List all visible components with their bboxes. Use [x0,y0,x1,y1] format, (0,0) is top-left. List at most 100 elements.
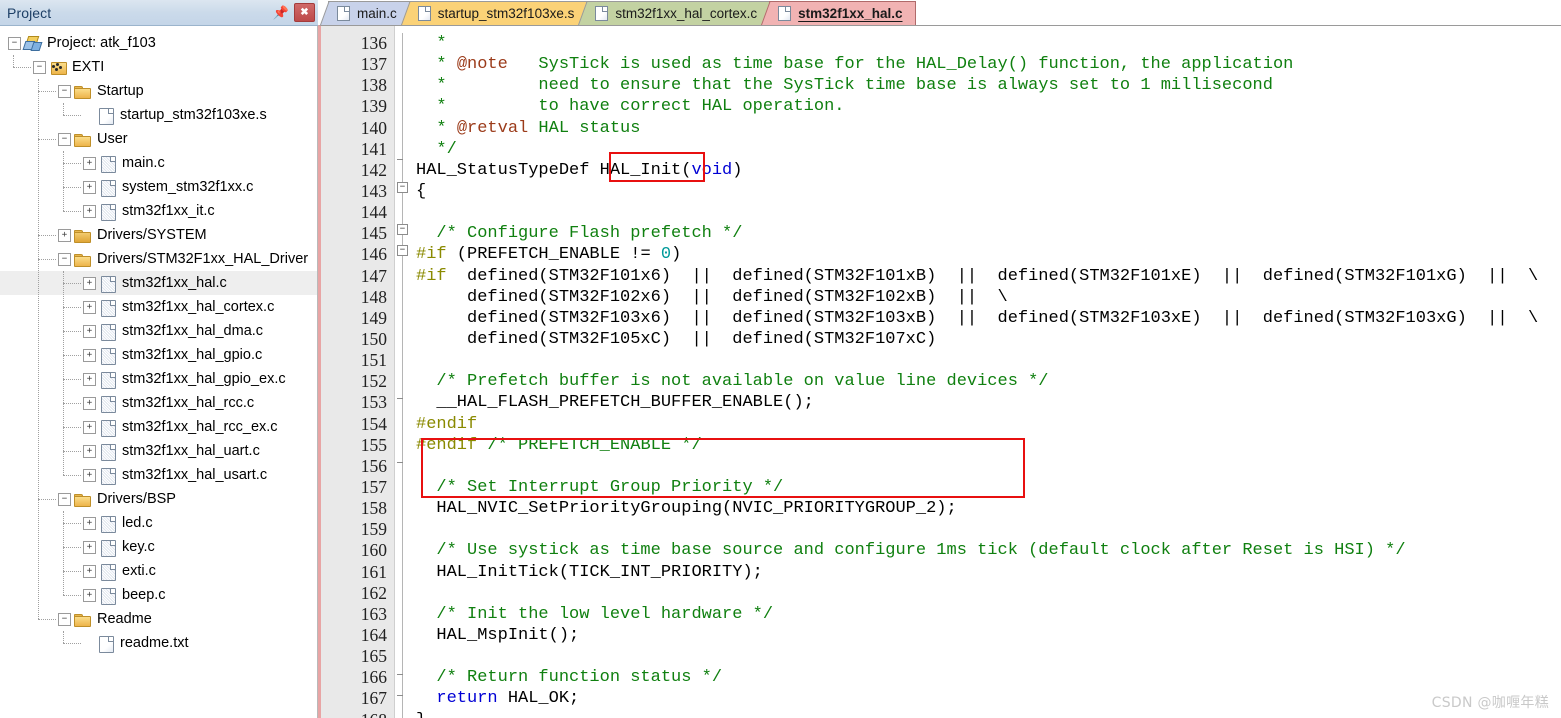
expand-icon[interactable]: + [83,420,96,434]
code-view[interactable]: 136 137 138 139 140 141 142 143 144 145 146 147 148 1… [318,25,1561,718]
close-icon[interactable]: ✖ [294,3,315,22]
folder-open-icon [74,491,91,508]
tree-item-label: readme.txt [120,634,189,651]
code-line: HAL_InitTick(TICK_INT_PRIORITY); [416,562,763,582]
tree-item[interactable]: + main.c [0,151,317,175]
collapse-icon[interactable]: − [8,36,21,50]
tree-item[interactable]: + stm32f1xx_hal_dma.c [0,319,317,343]
collapse-icon[interactable]: − [33,60,46,74]
source-code[interactable]: * * @note SysTick is used as time base f… [410,26,1561,718]
expand-icon[interactable]: + [83,516,96,530]
tree-item[interactable]: readme.txt [0,631,317,655]
file-icon [99,275,116,293]
tree-item[interactable]: + stm32f1xx_hal_usart.c [0,463,317,487]
tree-guide-connector [63,355,81,356]
code-line: defined(STM32F105xC) || defined(STM32F10… [416,329,937,349]
fold-marker-145[interactable]: − [397,224,408,235]
expand-icon[interactable]: + [83,276,96,290]
tree-guide-connector [63,643,81,644]
fold-tick-167 [397,674,403,675]
tab-label: startup_stm32f103xe.s [437,6,575,21]
project-tree: − Project: atk_f103− EXTI − Startup startup_s… [0,26,317,655]
expand-icon[interactable]: + [83,396,96,410]
expand-icon[interactable]: + [83,540,96,554]
line-number: 147 [360,265,387,286]
file-icon [778,6,792,21]
tree-guide-line [38,79,39,619]
fold-marker-143[interactable]: − [397,182,408,193]
tree-item[interactable]: + stm32f1xx_hal_rcc.c [0,391,317,415]
tree-item[interactable]: + stm32f1xx_hal_cortex.c [0,295,317,319]
file-icon [99,203,116,221]
tree-item[interactable]: + key.c [0,535,317,559]
expand-icon[interactable]: + [83,444,96,458]
line-number: 149 [360,307,387,328]
tree-item[interactable]: + led.c [0,511,317,535]
code-line: #endif [416,414,478,434]
tree-item[interactable]: + stm32f1xx_hal_gpio.c [0,343,317,367]
file-icon [99,443,116,461]
expand-icon[interactable]: + [83,588,96,602]
tree-guide-connector [63,523,81,524]
editor-tab[interactable]: main.c [320,1,410,25]
group-folder-icon [49,59,67,76]
line-number: 141 [360,138,387,159]
line-number: 140 [360,117,387,138]
editor-tab[interactable]: stm32f1xx_hal.c [761,1,916,25]
expand-icon[interactable]: + [83,564,96,578]
tree-item-label: stm32f1xx_it.c [122,202,215,219]
line-number: 136 [360,33,387,53]
tree-item[interactable]: − Project: atk_f103 [0,31,317,55]
collapse-icon[interactable]: − [58,492,71,506]
tree-item[interactable]: + beep.c [0,583,317,607]
code-line: * [416,34,447,53]
collapse-icon[interactable]: − [58,612,71,626]
tree-item[interactable]: + exti.c [0,559,317,583]
tree-item[interactable]: + system_stm32f1xx.c [0,175,317,199]
collapse-icon[interactable]: − [58,84,71,98]
editor-tab[interactable]: startup_stm32f103xe.s [400,1,588,25]
expand-icon[interactable]: + [83,156,96,170]
line-number: 156 [360,455,387,476]
code-line: { [416,181,427,201]
expand-icon[interactable]: + [83,300,96,314]
expand-icon[interactable]: + [83,180,96,194]
fold-guide-line [402,33,403,718]
tree-item-label: stm32f1xx_hal_gpio.c [122,346,263,363]
watermark: CSDN @咖喱年糕 [1431,695,1549,711]
tree-item[interactable]: + stm32f1xx_hal_gpio_ex.c [0,367,317,391]
tree-item[interactable]: startup_stm32f103xe.s [0,103,317,127]
tree-item[interactable]: − EXTI [0,55,317,79]
line-number: 153 [360,392,387,413]
expand-icon[interactable]: + [83,468,96,482]
expand-icon[interactable]: + [58,228,71,242]
code-line: * need to ensure that the SysTick time b… [416,76,1273,96]
line-number: 154 [360,413,387,434]
editor-tab[interactable]: stm32f1xx_hal_cortex.c [578,1,771,25]
fold-column[interactable]: − − − [394,26,410,718]
collapse-icon[interactable]: − [58,132,71,146]
line-number: 142 [360,159,387,180]
file-icon [97,107,114,125]
expand-icon[interactable]: + [83,324,96,338]
line-number: 148 [360,286,387,307]
tree-item[interactable]: + stm32f1xx_it.c [0,199,317,223]
file-icon [99,155,116,173]
tree-item[interactable]: + stm32f1xx_hal.c [0,271,317,295]
pin-icon[interactable]: 📌 [272,4,290,22]
line-number: 166 [360,667,387,688]
collapse-icon[interactable]: − [58,252,71,266]
tree-item[interactable]: + stm32f1xx_hal_uart.c [0,439,317,463]
tree-item[interactable]: + stm32f1xx_hal_rcc_ex.c [0,415,317,439]
expand-icon[interactable]: + [83,372,96,386]
fold-marker-146[interactable]: − [397,245,408,256]
tree-guide-connector [63,115,81,116]
file-icon [99,323,116,341]
expand-icon[interactable]: + [83,348,96,362]
code-line: /* Return function status */ [416,668,723,688]
expand-icon[interactable]: + [83,204,96,218]
project-tree-scroll[interactable]: − Project: atk_f103− EXTI − Startup startup_s… [0,26,318,718]
line-number: 139 [360,96,387,117]
